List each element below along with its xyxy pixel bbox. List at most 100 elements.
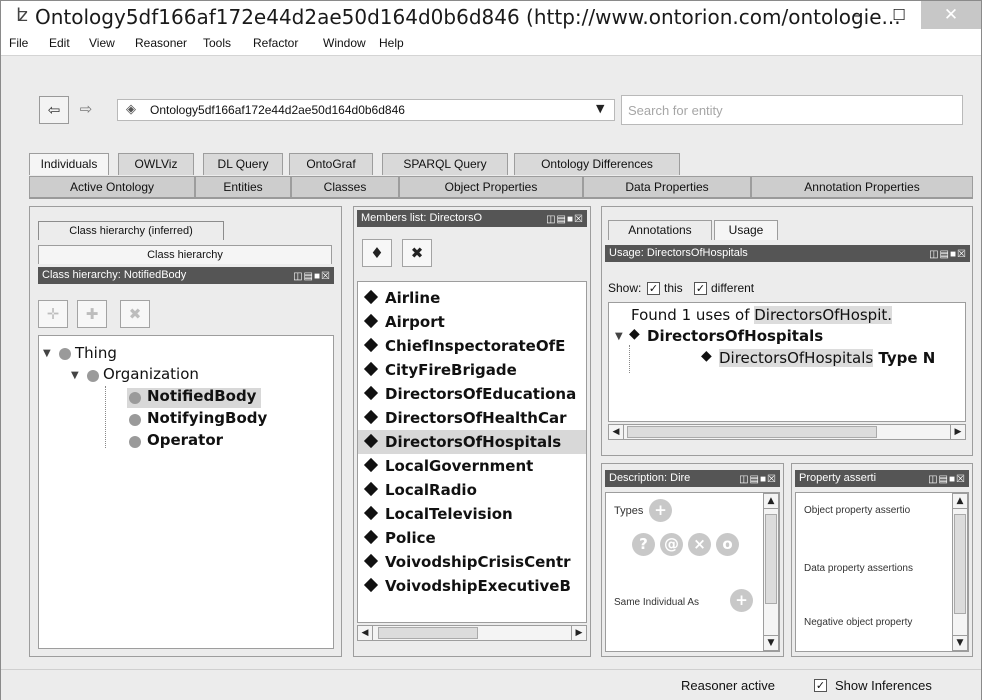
close-button[interactable]: ✕ <box>921 1 981 29</box>
usage-horizontal-scrollbar[interactable]: ◀ ▶ <box>608 424 966 440</box>
annotate-icon[interactable]: @ <box>660 533 683 556</box>
description-vertical-scrollbar[interactable]: ▲ ▼ <box>763 493 779 651</box>
member-directorsofhealthcare[interactable]: DirectorsOfHealthCar <box>358 406 586 430</box>
tree-node-notifiedbody[interactable]: NotifiedBody <box>147 387 256 405</box>
tab-classes[interactable]: Classes <box>291 176 399 198</box>
scroll-down-icon[interactable]: ▼ <box>952 635 968 651</box>
usage-header-title: Usage: DirectorsOfHospitals <box>609 247 748 259</box>
tab-sparql-query[interactable]: SPARQL Query <box>382 153 508 175</box>
minimize-button[interactable]: – <box>837 1 877 29</box>
add-sibling-icon[interactable]: ✚ <box>77 300 107 328</box>
tab-individuals[interactable]: Individuals <box>29 153 109 175</box>
member-voivodshipcrisiscentre[interactable]: VoivodshipCrisisCentr <box>358 550 586 574</box>
description-header-title: Description: Dire <box>609 472 691 484</box>
scroll-left-icon[interactable]: ◀ <box>357 625 373 641</box>
active-ontology-selector[interactable]: ◈ Ontology5df166af172e44d2ae50d164d0b6d8… <box>117 99 615 121</box>
member-airport[interactable]: Airport <box>358 310 586 334</box>
scroll-up-icon[interactable]: ▲ <box>952 493 968 509</box>
usage-header: Usage: DirectorsOfHospitals ◫▤■☒ <box>605 245 970 262</box>
scroll-down-icon[interactable]: ▼ <box>763 635 779 651</box>
menu-file[interactable]: File <box>9 36 28 50</box>
tab-ontograf[interactable]: OntoGraf <box>289 153 373 175</box>
delete-class-icon[interactable]: ✖ <box>120 300 150 328</box>
tab-entities[interactable]: Entities <box>195 176 291 198</box>
tab-annotation-properties[interactable]: Annotation Properties <box>751 176 973 198</box>
delete-individual-icon[interactable]: ✖ <box>402 239 432 267</box>
menu-help[interactable]: Help <box>379 36 404 50</box>
view-controls-icon[interactable]: ◫▤■☒ <box>739 472 777 487</box>
tab-active-ontology[interactable]: Active Ontology <box>29 176 195 198</box>
member-localgovernment[interactable]: LocalGovernment <box>358 454 586 478</box>
chevron-down-icon: ▼ <box>596 102 605 115</box>
back-button[interactable]: ⇦ <box>39 96 69 124</box>
member-cityfirebrigade[interactable]: CityFireBrigade <box>358 358 586 382</box>
usage-tree-child[interactable]: DirectorsOfHospitals Type N <box>719 349 935 367</box>
tree-node-thing[interactable]: Thing <box>75 344 117 362</box>
scroll-up-icon[interactable]: ▲ <box>763 493 779 509</box>
search-placeholder: Search for entity <box>628 103 723 118</box>
member-directorsofhospitals[interactable]: DirectorsOfHospitals <box>358 430 586 454</box>
tab-dl-query[interactable]: DL Query <box>203 153 283 175</box>
class-dot-icon <box>129 392 141 404</box>
status-bar: Reasoner active ✓ Show Inferences <box>1 669 981 700</box>
maximize-button[interactable]: ☐ <box>879 1 919 29</box>
scroll-left-icon[interactable]: ◀ <box>608 424 624 440</box>
member-localradio[interactable]: LocalRadio <box>358 478 586 502</box>
scroll-thumb[interactable] <box>378 627 478 639</box>
menu-refactor[interactable]: Refactor <box>253 36 298 50</box>
property-vertical-scrollbar[interactable]: ▲ ▼ <box>952 493 968 651</box>
show-inferences-checkbox[interactable]: ✓ <box>814 679 827 692</box>
explain-icon[interactable]: ? <box>632 533 655 556</box>
usage-tree-root[interactable]: DirectorsOfHospitals <box>647 327 823 345</box>
tree-node-operator[interactable]: Operator <box>147 431 223 449</box>
delete-icon[interactable]: × <box>688 533 711 556</box>
menu-view[interactable]: View <box>89 36 115 50</box>
members-list: Airline Airport ChiefInspectorateOfE Cit… <box>357 281 587 623</box>
menu-tools[interactable]: Tools <box>203 36 231 50</box>
member-voivodshipexecutive[interactable]: VoivodshipExecutiveB <box>358 574 586 598</box>
add-individual-icon[interactable]: ♦ <box>362 239 392 267</box>
scroll-right-icon[interactable]: ▶ <box>571 625 587 641</box>
members-horizontal-scrollbar[interactable]: ◀ ▶ <box>357 625 587 641</box>
tab-ontology-differences[interactable]: Ontology Differences <box>514 153 680 175</box>
expand-triangle-icon[interactable]: ▼ <box>615 331 623 342</box>
expand-triangle-icon[interactable]: ▼ <box>43 348 51 359</box>
menu-edit[interactable]: Edit <box>49 36 70 50</box>
class-dot-icon <box>129 436 141 448</box>
view-controls-icon[interactable]: ◫▤■☒ <box>928 472 966 487</box>
scroll-right-icon[interactable]: ▶ <box>950 424 966 440</box>
edit-icon[interactable]: o <box>716 533 739 556</box>
tab-usage[interactable]: Usage <box>714 220 778 240</box>
member-chiefinspectorate[interactable]: ChiefInspectorateOfE <box>358 334 586 358</box>
member-airline[interactable]: Airline <box>358 286 586 310</box>
tab-owlviz[interactable]: OWLViz <box>118 153 194 175</box>
scroll-thumb[interactable] <box>765 514 777 604</box>
tab-object-properties[interactable]: Object Properties <box>399 176 583 198</box>
menu-reasoner[interactable]: Reasoner <box>135 36 187 50</box>
tree-node-notifyingbody[interactable]: NotifyingBody <box>147 409 267 427</box>
search-input[interactable]: Search for entity <box>621 95 963 125</box>
add-type-icon[interactable]: + <box>649 499 672 522</box>
tab-class-hierarchy[interactable]: Class hierarchy <box>38 245 332 264</box>
tab-class-hierarchy-inferred[interactable]: Class hierarchy (inferred) <box>38 221 224 240</box>
menu-window[interactable]: Window <box>323 36 366 50</box>
different-checkbox[interactable]: ✓ <box>694 282 707 295</box>
tab-annotations[interactable]: Annotations <box>608 220 712 240</box>
member-localtelevision[interactable]: LocalTelevision <box>358 502 586 526</box>
expand-triangle-icon[interactable]: ▼ <box>71 370 79 381</box>
scroll-thumb[interactable] <box>954 514 966 614</box>
view-controls-icon[interactable]: ◫▤■☒ <box>293 269 331 284</box>
this-checkbox[interactable]: ✓ <box>647 282 660 295</box>
individual-diamond-icon <box>363 529 379 545</box>
add-subclass-icon[interactable]: ✛ <box>38 300 68 328</box>
view-controls-icon[interactable]: ◫▤■☒ <box>929 247 967 262</box>
scroll-thumb[interactable] <box>627 426 877 438</box>
tree-node-organization[interactable]: Organization <box>103 365 199 383</box>
member-police[interactable]: Police <box>358 526 586 550</box>
view-controls-icon[interactable]: ◫▤■☒ <box>546 212 584 227</box>
add-same-individual-icon[interactable]: + <box>730 589 753 612</box>
tab-data-properties[interactable]: Data Properties <box>583 176 751 198</box>
forward-button[interactable]: ⇨ <box>71 96 101 124</box>
member-directorsofeducation[interactable]: DirectorsOfEducationa <box>358 382 586 406</box>
class-dot-icon <box>129 414 141 426</box>
